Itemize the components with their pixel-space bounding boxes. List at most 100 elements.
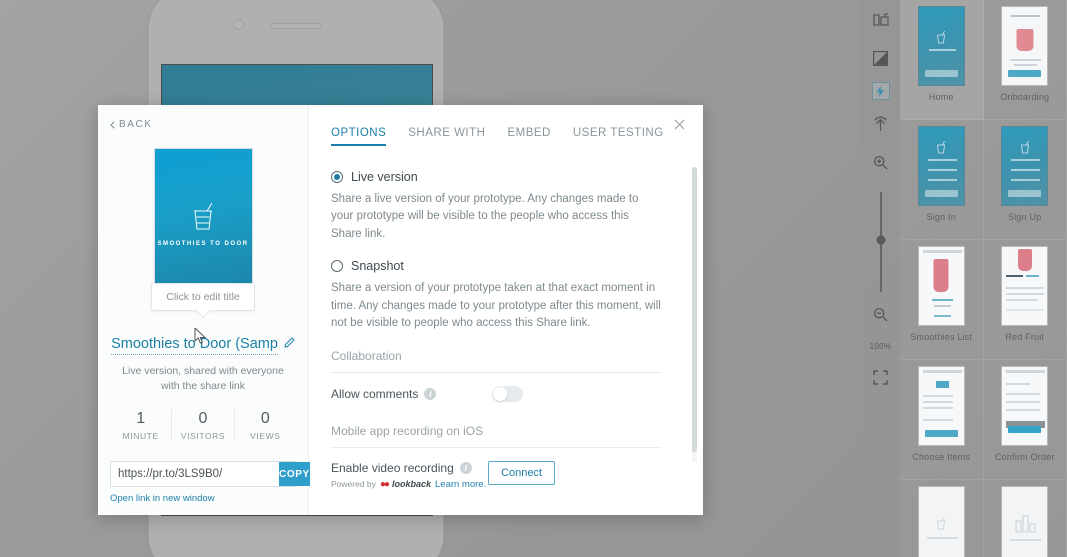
- screen-thumb-choose-items[interactable]: Choose Items: [900, 360, 984, 480]
- option-description: Share a version of your prototype taken …: [331, 282, 661, 330]
- open-link-new-window[interactable]: Open link in new window: [110, 493, 296, 504]
- tab-options[interactable]: OPTIONS: [331, 127, 387, 146]
- thumbnail-image: [1001, 366, 1049, 446]
- modal-left-pane: BACK SMOOTHIES TO DOOR Click to edit tit…: [98, 105, 310, 515]
- screen-thumb-red-fruit[interactable]: Red Fruit: [983, 240, 1067, 360]
- thumbnail-image: [917, 246, 965, 326]
- allow-comments-label-group: Allow comments i: [331, 386, 437, 401]
- zoom-out-icon[interactable]: [867, 300, 895, 328]
- zoom-level-label: 100%: [869, 342, 892, 351]
- tab-embed[interactable]: EMBED: [507, 127, 550, 146]
- stat-views: 0 VIEWS: [235, 410, 296, 441]
- thumbnail-label: Onboarding: [1000, 92, 1050, 102]
- allow-comments-label: Allow comments: [331, 386, 419, 401]
- back-label: BACK: [119, 119, 153, 130]
- enable-video-label-group: Enable video recording i Powered by ●● l…: [331, 461, 486, 490]
- thumbnail-label: Home: [928, 92, 954, 102]
- thumbnail-image: [917, 486, 965, 557]
- learn-more-link[interactable]: Learn more.: [435, 479, 486, 490]
- thumbnail-label: Sign Up: [1008, 212, 1042, 222]
- thumbnail-label: Confirm Order: [994, 452, 1055, 462]
- prototype-title-row: Smoothies to Door (Samp: [110, 335, 296, 355]
- screen-thumb-confirm-order[interactable]: Confirm Order: [983, 360, 1067, 480]
- tab-share-with[interactable]: SHARE WITH: [408, 127, 485, 146]
- thumbnail-label: Smoothies List: [910, 332, 973, 342]
- upload-icon[interactable]: [867, 110, 895, 138]
- thumbnail-image: [1001, 126, 1049, 206]
- thumbnail-image: [1001, 246, 1049, 326]
- thumbnail-image: [1001, 6, 1049, 86]
- option-description: Share a live version of your prototype. …: [331, 193, 639, 240]
- zoom-slider[interactable]: [876, 192, 885, 292]
- option-title: Live version: [351, 170, 418, 184]
- collaboration-section-title: Collaboration: [331, 349, 661, 373]
- screen-thumb-extra-1[interactable]: [900, 480, 984, 557]
- stat-label: MINUTE: [122, 431, 159, 442]
- close-icon[interactable]: [671, 116, 687, 132]
- allow-comments-row: Allow comments i: [331, 385, 661, 402]
- fullscreen-icon[interactable]: [867, 363, 895, 391]
- thumbnail-image: [917, 366, 965, 446]
- screen-thumb-home[interactable]: Home: [900, 0, 984, 120]
- toggle-knob: [493, 386, 507, 401]
- smoothie-cup-icon: [194, 202, 213, 230]
- allow-comments-toggle[interactable]: [492, 385, 523, 402]
- preview-settings-section-title: Preview settings: [331, 514, 661, 515]
- powered-by-prefix: Powered by: [331, 479, 376, 490]
- lookback-logo-icon: ●●: [379, 478, 390, 490]
- phone-speaker: [270, 23, 322, 29]
- stat-label: VIEWS: [250, 431, 281, 442]
- option-title: Snapshot: [351, 259, 404, 274]
- edit-title-tooltip: Click to edit title: [151, 283, 255, 311]
- options-scrollbar-thumb[interactable]: [692, 167, 697, 452]
- stat-label: VISITORS: [180, 431, 226, 442]
- tool-rail: 100%: [861, 0, 900, 557]
- contrast-icon[interactable]: [867, 44, 895, 72]
- phone-camera: [233, 19, 244, 30]
- pencil-icon[interactable]: [284, 335, 295, 353]
- screens-panel: Home Onboarding Sign In Sign Up Smoothie…: [900, 0, 1067, 557]
- zoom-slider-knob[interactable]: [876, 235, 885, 245]
- screen-thumb-onboarding[interactable]: Onboarding: [983, 0, 1067, 120]
- stat-value: 1: [136, 410, 146, 428]
- back-button[interactable]: BACK: [110, 119, 296, 130]
- enable-video-label: Enable video recording: [331, 460, 454, 475]
- powered-by-lookback: Powered by ●● lookback Learn more.: [331, 479, 486, 490]
- option-snapshot[interactable]: Snapshot: [331, 259, 661, 273]
- radio-live-version[interactable]: [331, 171, 343, 183]
- screen-thumb-smoothies-list[interactable]: Smoothies List: [900, 240, 984, 360]
- phone-sensor: [292, 0, 300, 4]
- thumbnail-label: Red Fruit: [1005, 332, 1045, 342]
- connect-button[interactable]: Connect: [488, 460, 555, 485]
- thumbnail-image: [917, 6, 965, 86]
- thumbnail-image: [917, 126, 965, 206]
- thumbnail-image: [1001, 486, 1049, 557]
- share-url-input[interactable]: [111, 462, 279, 487]
- info-icon[interactable]: i: [459, 461, 472, 474]
- screen-thumb-sign-in[interactable]: Sign In: [900, 120, 984, 240]
- share-settings-modal: BACK SMOOTHIES TO DOOR Click to edit tit…: [98, 105, 703, 515]
- responsive-devices-icon[interactable]: [867, 6, 895, 34]
- prototype-brand-label: SMOOTHIES TO DOOR: [157, 241, 249, 247]
- copy-button[interactable]: COPY: [279, 462, 310, 487]
- prototype-title[interactable]: Smoothies to Door (Samp: [111, 336, 278, 355]
- prototype-thumbnail[interactable]: SMOOTHIES TO DOOR: [153, 148, 253, 301]
- stat-visitors: 0 VISITORS: [172, 410, 235, 442]
- screen-thumb-sign-up[interactable]: Sign Up: [983, 120, 1067, 240]
- options-scrollbar-track[interactable]: [692, 167, 697, 462]
- modal-tabs: OPTIONS SHARE WITH EMBED USER TESTING: [331, 127, 679, 146]
- share-url-row: COPY: [110, 461, 310, 488]
- prototype-share-screen: 100% Home Onboarding Sign In Sign Up Smo…: [0, 0, 1067, 557]
- enable-video-recording-row: Enable video recording i Powered by ●● l…: [331, 460, 661, 490]
- option-live-version[interactable]: Live version: [331, 170, 661, 184]
- lookback-name: lookback: [391, 479, 431, 490]
- radio-snapshot[interactable]: [331, 260, 343, 273]
- zoom-in-icon[interactable]: [867, 148, 895, 176]
- screen-thumb-extra-2[interactable]: [984, 480, 1067, 557]
- chevron-left-icon: [110, 120, 115, 129]
- stat-value: 0: [260, 410, 270, 428]
- hotspot-icon[interactable]: [871, 82, 890, 100]
- tab-user-testing[interactable]: USER TESTING: [573, 127, 664, 146]
- stat-minute: 1 MINUTE: [110, 410, 173, 442]
- info-icon[interactable]: i: [424, 387, 437, 400]
